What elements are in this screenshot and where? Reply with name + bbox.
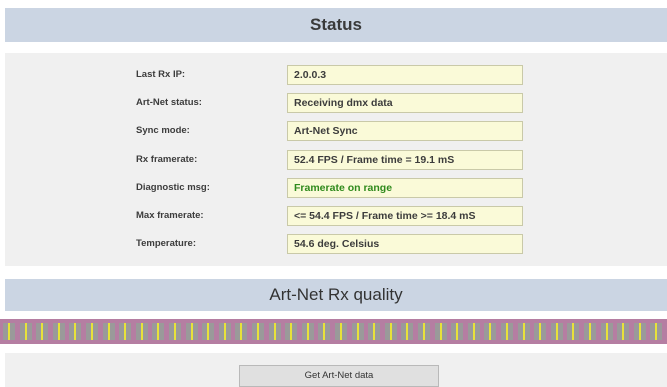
quality-tick bbox=[8, 323, 10, 340]
quality-tick bbox=[124, 323, 126, 340]
quality-tick bbox=[423, 323, 425, 340]
quality-tick bbox=[191, 323, 193, 340]
quality-tick bbox=[589, 323, 591, 340]
quality-tick bbox=[74, 323, 76, 340]
status-value-field: 54.6 deg. Celsius bbox=[287, 234, 523, 254]
quality-tick bbox=[274, 323, 276, 340]
status-label: Last Rx IP: bbox=[136, 69, 186, 80]
quality-tick bbox=[606, 323, 608, 340]
quality-tick bbox=[622, 323, 624, 340]
actions-panel: Get Art-Net data bbox=[5, 353, 667, 387]
quality-tick bbox=[406, 323, 408, 340]
quality-tick bbox=[357, 323, 359, 340]
quality-tick bbox=[323, 323, 325, 340]
status-value-field: Art-Net Sync bbox=[287, 121, 523, 141]
status-row-diagnostic-msg: Diagnostic msg: Framerate on range bbox=[5, 178, 667, 198]
quality-tick bbox=[572, 323, 574, 340]
quality-tick bbox=[307, 323, 309, 340]
quality-tick bbox=[224, 323, 226, 340]
quality-tick bbox=[373, 323, 375, 340]
status-row-max-framerate: Max framerate: <= 54.4 FPS / Frame time … bbox=[5, 206, 667, 226]
status-label: Diagnostic msg: bbox=[136, 182, 210, 193]
status-header: Status bbox=[5, 8, 667, 42]
status-row-last-rx-ip: Last Rx IP: 2.0.0.3 bbox=[5, 65, 667, 85]
status-label: Sync mode: bbox=[136, 125, 190, 136]
status-row-temperature: Temperature: 54.6 deg. Celsius bbox=[5, 234, 667, 254]
quality-tick bbox=[157, 323, 159, 340]
quality-tick bbox=[207, 323, 209, 340]
get-artnet-data-button[interactable]: Get Art-Net data bbox=[239, 365, 439, 387]
status-row-rx-framerate: Rx framerate: 52.4 FPS / Frame time = 19… bbox=[5, 150, 667, 170]
status-value-field: <= 54.4 FPS / Frame time >= 18.4 mS bbox=[287, 206, 523, 226]
quality-tick bbox=[141, 323, 143, 340]
quality-tick bbox=[290, 323, 292, 340]
quality-tick bbox=[257, 323, 259, 340]
quality-tick bbox=[108, 323, 110, 340]
status-label: Rx framerate: bbox=[136, 154, 198, 165]
status-value-field: 52.4 FPS / Frame time = 19.1 mS bbox=[287, 150, 523, 170]
quality-tick bbox=[58, 323, 60, 340]
quality-tick bbox=[556, 323, 558, 340]
quality-tick bbox=[539, 323, 541, 340]
quality-tick bbox=[390, 323, 392, 340]
status-label: Art-Net status: bbox=[136, 97, 202, 108]
quality-tick bbox=[655, 323, 657, 340]
quality-tick bbox=[489, 323, 491, 340]
quality-tick bbox=[473, 323, 475, 340]
status-label: Temperature: bbox=[136, 238, 197, 249]
page: Status Last Rx IP: 2.0.0.3 Art-Net statu… bbox=[0, 0, 667, 387]
status-value-field: 2.0.0.3 bbox=[287, 65, 523, 85]
quality-tick bbox=[174, 323, 176, 340]
status-value-field: Receiving dmx data bbox=[287, 93, 523, 113]
quality-tick bbox=[91, 323, 93, 340]
quality-tick bbox=[506, 323, 508, 340]
status-value-field: Framerate on range bbox=[287, 178, 523, 198]
quality-tick bbox=[523, 323, 525, 340]
quality-tick bbox=[41, 323, 43, 340]
status-row-artnet-status: Art-Net status: Receiving dmx data bbox=[5, 93, 667, 113]
quality-tick bbox=[440, 323, 442, 340]
quality-tick bbox=[340, 323, 342, 340]
status-panel: Last Rx IP: 2.0.0.3 Art-Net status: Rece… bbox=[5, 53, 667, 266]
status-label: Max framerate: bbox=[136, 210, 204, 221]
quality-tick bbox=[639, 323, 641, 340]
status-row-sync-mode: Sync mode: Art-Net Sync bbox=[5, 121, 667, 141]
rx-quality-bar bbox=[0, 319, 667, 344]
quality-tick bbox=[240, 323, 242, 340]
quality-header: Art-Net Rx quality bbox=[5, 279, 667, 311]
quality-tick bbox=[456, 323, 458, 340]
quality-tick bbox=[25, 323, 27, 340]
